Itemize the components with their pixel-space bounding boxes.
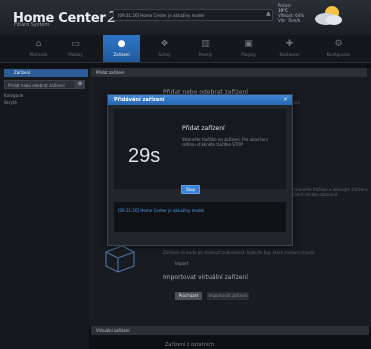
home-icon: ⌂: [35, 39, 42, 49]
log-line: [09:31:26] Home Center je aktuálny model: [118, 208, 205, 213]
nav-item-config[interactable]: ⚙ Konfigurace: [320, 35, 357, 62]
nav-item-plugins[interactable]: ▣ Pluginy: [230, 35, 267, 62]
modal-instructions: Stiskněte tlačítko na zařízení. Pro ukon…: [182, 137, 268, 147]
cube-icon: [105, 245, 135, 273]
import-section-title: Importovat virtuální zařízení: [163, 274, 248, 281]
notification-arrow-icon[interactable]: ▲: [266, 10, 271, 17]
main-panel-header: Přidat zařízení: [91, 68, 367, 77]
nav-item-rooms[interactable]: ⌂ Místnosti: [20, 35, 57, 62]
main-nav: ⌂ Místnosti ▭ Moduly ● Zařízení ❖ Scény …: [0, 35, 371, 63]
sidebar-item-categories[interactable]: Kategorie: [4, 93, 23, 98]
sidebar-add-icon[interactable]: ⊕: [75, 80, 85, 89]
logo-subtitle: Fibaro System: [14, 22, 50, 28]
import-device-button[interactable]: Importovat zařízení: [207, 292, 249, 300]
nav-item-scenes[interactable]: ❖ Scény: [146, 35, 183, 62]
monitor-icon: ▭: [71, 39, 80, 49]
nav-label: Místnosti: [29, 52, 48, 57]
virtual-devices-text: Zařízení z ostatních: [165, 342, 215, 348]
sidebar-header[interactable]: Zařízení: [4, 69, 88, 77]
notification-bar[interactable]: [09:31:26] Home Center je aktuálny model: [113, 9, 273, 21]
sidebar: Zařízení Přidat nebo odebrat zařízení ⊕ …: [0, 68, 89, 349]
countdown-timer: 29s: [128, 145, 161, 167]
nav-label: Nastavení: [279, 52, 300, 57]
nav-item-modules[interactable]: ▭ Moduly: [57, 35, 94, 62]
sidebar-item-hidden[interactable]: Skryté: [4, 100, 17, 105]
sidebar-add-remove[interactable]: Přidat nebo odebrat zařízení: [4, 80, 84, 89]
modal-heading: Přidat zařízení: [182, 125, 225, 132]
scenes-icon: ❖: [160, 39, 169, 49]
nav-item-settings[interactable]: ✚ Nastavení: [271, 35, 308, 62]
plus-icon: ✚: [285, 39, 294, 49]
weather-info: Počasí 19°C Vlhkost: 64% Vítr: 7km/h: [278, 3, 304, 23]
modal-title: Přidávání zařízení: [108, 95, 292, 105]
nav-item-devices[interactable]: ● Zařízení: [103, 35, 140, 62]
gear-icon: ⚙: [334, 39, 343, 49]
browse-button[interactable]: Procházet: [175, 292, 202, 300]
modal-log: [09:31:26] Home Center je aktuálny model: [114, 202, 286, 232]
nav-label: Konfigurace: [326, 52, 351, 57]
nav-label: Zařízení: [113, 52, 130, 57]
bulb-icon: ●: [117, 39, 126, 49]
nav-item-panels[interactable]: ▥ Panely: [187, 35, 224, 62]
nav-label: Panely: [198, 52, 213, 57]
puzzle-icon: ▣: [244, 39, 253, 49]
bg-text: Import: [175, 261, 189, 266]
bg-text: Stiskněte tlačítko a aktivujte zařízení,…: [293, 187, 369, 197]
add-device-modal: Přidávání zařízení × 29s Přidat zařízení…: [107, 94, 293, 246]
bg-text: Zařízení se bude po stisknutí zobrazovat…: [163, 250, 315, 255]
nav-label: Pluginy: [241, 52, 256, 57]
chart-icon: ▥: [201, 39, 210, 49]
weather-wind: Vítr: 7km/h: [278, 18, 301, 23]
virtual-devices-header: Virtuální zařízení: [91, 326, 369, 335]
close-icon[interactable]: ×: [283, 95, 288, 105]
nav-label: Moduly: [68, 52, 83, 57]
stop-button[interactable]: Stop: [181, 185, 200, 194]
modal-body: 29s Přidat zařízení Stiskněte tlačítko n…: [114, 109, 286, 194]
top-header: Home Center2 Fibaro System [09:31:26] Ho…: [0, 0, 371, 35]
nav-label: Scény: [158, 52, 171, 57]
partly-cloudy-icon: [315, 6, 342, 25]
